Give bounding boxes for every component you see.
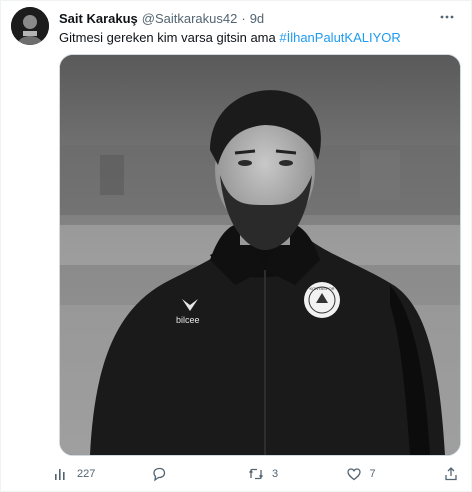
retweet-count: 3 [272, 468, 279, 480]
retweet-action[interactable]: 3 [248, 466, 308, 482]
share-icon [445, 467, 457, 481]
tweet-photo[interactable]: bilcee KONYASPOR [59, 54, 461, 456]
retweet-icon [249, 468, 263, 480]
action-bar: 227 3 7 [53, 463, 463, 485]
more-dots-icon[interactable] [435, 5, 459, 29]
like-count: 7 [369, 468, 376, 480]
share-action[interactable] [443, 466, 463, 482]
tweet-header: Sait Karakuş @Saitkarakus42 · 9d [59, 9, 431, 27]
reply-action[interactable] [151, 466, 211, 482]
tweet-time[interactable]: 9d [250, 11, 264, 26]
club-crest-icon: KONYASPOR [304, 282, 340, 318]
tweet-text: Gitmesi gereken kim varsa gitsin ama #İl… [59, 29, 461, 47]
hashtag-link[interactable]: #İlhanPalutKALIYOR [279, 30, 400, 45]
reply-bubble-icon [152, 467, 165, 482]
avatar[interactable] [11, 7, 49, 45]
heart-icon [346, 468, 361, 481]
tweet-card[interactable]: Sait Karakuş @Saitkarakus42 · 9d Gitmesi… [0, 0, 472, 492]
tweet-text-body: Gitmesi gereken kim varsa gitsin ama [59, 30, 280, 45]
author-name[interactable]: Sait Karakuş [59, 11, 138, 26]
jacket-brand-text: bilcee [176, 315, 200, 325]
crest-text: KONYASPOR [309, 286, 334, 291]
like-action[interactable]: 7 [346, 466, 406, 482]
views-count: 227 [77, 468, 96, 480]
analytics-bars-icon [55, 469, 65, 480]
separator-dot: · [241, 10, 246, 26]
views-action[interactable]: 227 [53, 466, 113, 482]
author-handle[interactable]: @Saitkarakus42 [142, 11, 238, 26]
